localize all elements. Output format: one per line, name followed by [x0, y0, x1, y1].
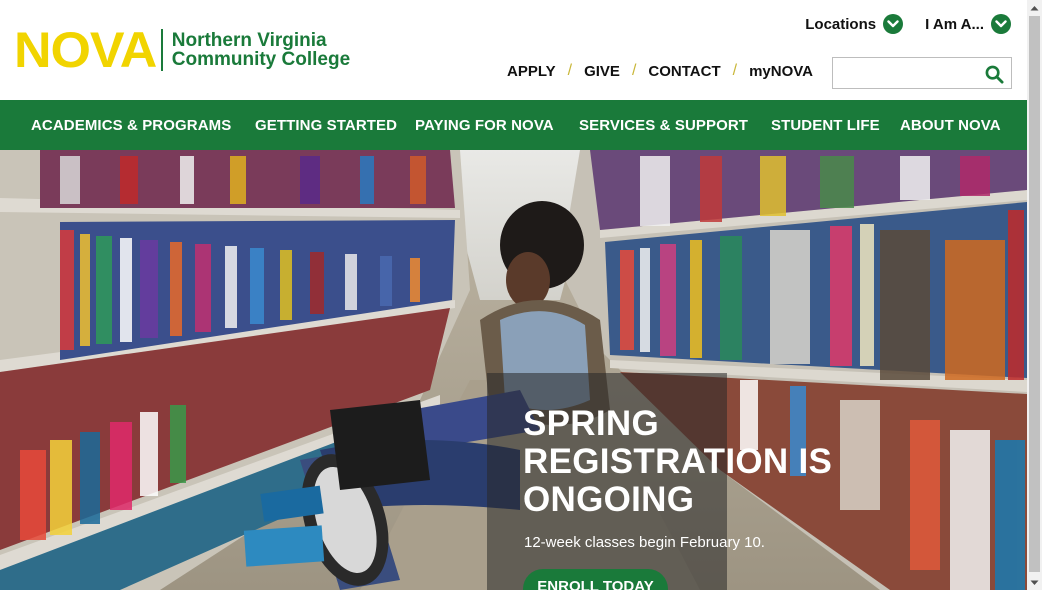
scroll-thumb[interactable]: [1029, 16, 1040, 572]
nav-services-support[interactable]: SERVICES & SUPPORT: [579, 117, 748, 134]
vertical-scrollbar[interactable]: [1027, 0, 1042, 590]
logo-mark: NOVA: [14, 22, 157, 78]
main-nav: ACADEMICS & PROGRAMS GETTING STARTED PAY…: [0, 100, 1027, 150]
link-separator: /: [631, 62, 637, 79]
search-box: [832, 57, 1012, 89]
locations-label: Locations: [805, 15, 877, 33]
nova-logo[interactable]: NOVA Northern Virginia Community College: [14, 22, 350, 78]
nav-student-life[interactable]: STUDENT LIFE: [771, 117, 880, 134]
search-icon[interactable]: [983, 63, 1005, 85]
hero-title-line1: SPRING: [523, 404, 659, 443]
hero-title: SPRING REGISTRATION IS ONGOING: [523, 405, 832, 519]
contact-link[interactable]: CONTACT: [648, 63, 720, 80]
hero-subtitle: 12-week classes begin February 10.: [524, 534, 765, 551]
give-link[interactable]: GIVE: [584, 63, 620, 80]
chevron-down-icon: [883, 14, 904, 34]
link-separator: /: [567, 62, 573, 79]
logo-divider: [160, 29, 163, 71]
nav-paying-for-nova[interactable]: PAYING FOR NOVA: [415, 117, 554, 134]
logo-college-name: Northern Virginia Community College: [172, 31, 350, 69]
logo-name-line1: Northern Virginia: [171, 30, 327, 51]
apply-link[interactable]: APPLY: [507, 63, 556, 80]
nav-getting-started[interactable]: GETTING STARTED: [255, 117, 397, 134]
nav-about-nova[interactable]: ABOUT NOVA: [900, 117, 1001, 134]
utility-nav: Locations I Am A...: [783, 14, 1011, 34]
mynova-link[interactable]: myNOVA: [749, 63, 813, 80]
site-header: NOVA Northern Virginia Community College…: [0, 0, 1027, 100]
chevron-down-icon: [991, 14, 1011, 34]
hero-title-line3: ONGOING: [523, 480, 695, 519]
locations-dropdown[interactable]: Locations: [805, 14, 904, 34]
logo-name-line2: Community College: [171, 49, 351, 70]
scroll-up-arrow-icon[interactable]: [1027, 0, 1042, 15]
enroll-today-button[interactable]: ENROLL TODAY: [523, 569, 668, 590]
hero-title-line2: REGISTRATION IS: [523, 442, 833, 481]
i-am-a-label: I Am A...: [925, 15, 984, 33]
link-separator: /: [732, 62, 738, 79]
nav-academics-programs[interactable]: ACADEMICS & PROGRAMS: [31, 117, 231, 134]
hero-banner: SPRING REGISTRATION IS ONGOING 12-week c…: [0, 150, 1027, 590]
top-links: APPLY / GIVE / CONTACT / myNOVA: [507, 62, 813, 80]
search-input[interactable]: [833, 58, 973, 88]
scroll-down-arrow-icon[interactable]: [1027, 575, 1042, 590]
i-am-a-dropdown[interactable]: I Am A...: [925, 14, 1011, 34]
